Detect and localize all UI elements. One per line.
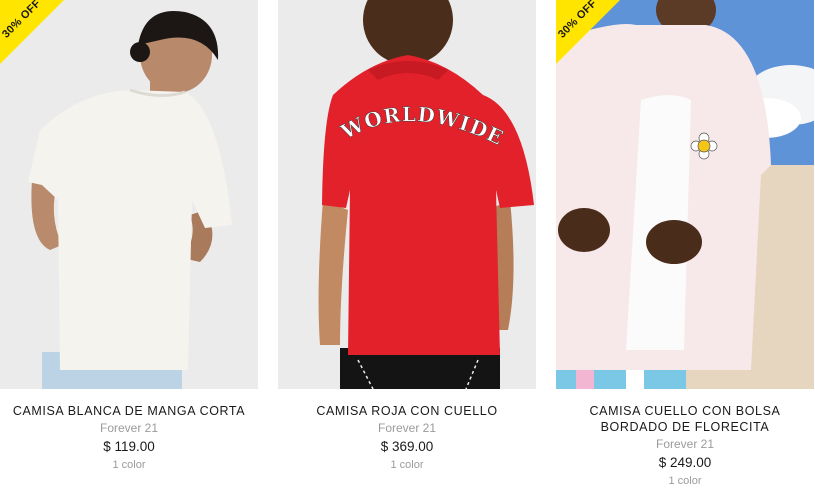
product-brand: Forever 21 xyxy=(99,421,159,435)
product-card[interactable]: WORLDWIDE CAMISA ROJA CON CUELLO Forever… xyxy=(278,0,536,473)
product-price: $ 369.00 xyxy=(380,439,434,454)
product-image[interactable]: 30% OFF xyxy=(0,0,258,389)
product-price: $ 249.00 xyxy=(658,455,712,470)
product-image[interactable]: WORLDWIDE xyxy=(278,0,536,389)
product-card[interactable]: 30% OFF CAMISA CUELLO CON BOLSA BORDADO … xyxy=(556,0,814,489)
product-name[interactable]: CAMISA CUELLO CON BOLSA BORDADO DE FLORE… xyxy=(562,403,808,435)
shirt-print-text: WORLDWIDE xyxy=(336,102,507,151)
product-color-count: 1 color xyxy=(668,475,702,487)
product-card[interactable]: 30% OFF CAMISA BLANCA DE MANGA CORTA For… xyxy=(0,0,258,473)
shirt-print: WORLDWIDE xyxy=(336,102,507,151)
svg-text:WORLDWIDE: WORLDWIDE xyxy=(336,102,507,150)
product-name[interactable]: CAMISA BLANCA DE MANGA CORTA xyxy=(6,403,252,419)
product-name[interactable]: CAMISA ROJA CON CUELLO xyxy=(284,403,530,419)
product-brand: Forever 21 xyxy=(655,437,715,451)
product-grid: 30% OFF CAMISA BLANCA DE MANGA CORTA For… xyxy=(0,0,815,496)
product-price: $ 119.00 xyxy=(103,439,155,454)
product-color-count: 1 color xyxy=(112,459,146,471)
product-image[interactable]: 30% OFF xyxy=(556,0,814,389)
product-brand: Forever 21 xyxy=(377,421,437,435)
product-color-count: 1 color xyxy=(390,459,424,471)
